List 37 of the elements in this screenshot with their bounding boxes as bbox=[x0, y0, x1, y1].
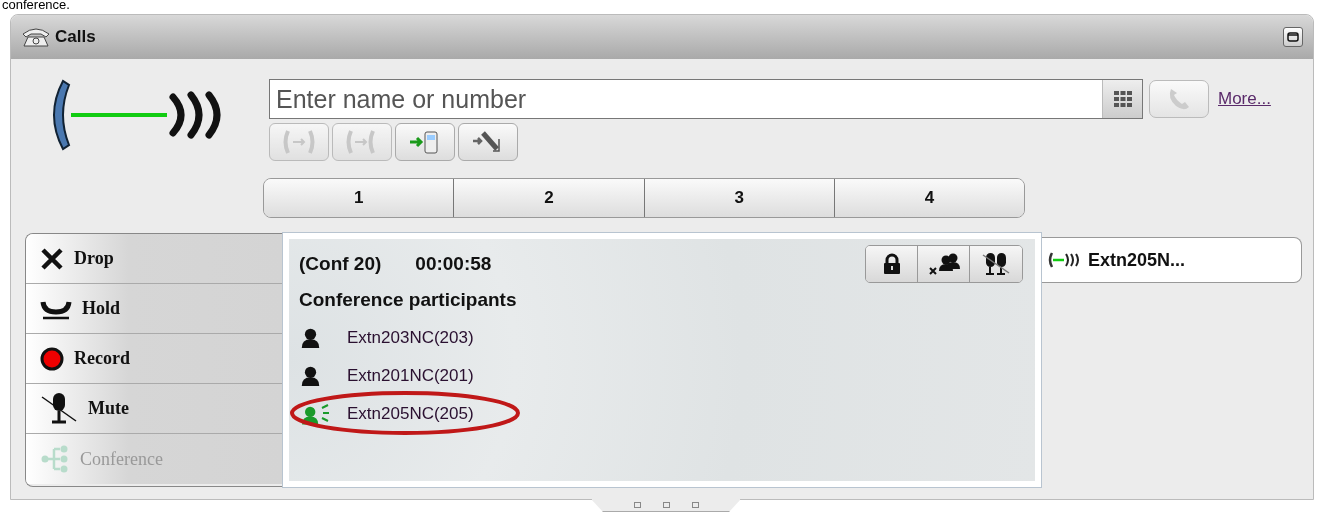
transfer-icon bbox=[282, 129, 316, 155]
conference-name: (Conf 20) bbox=[299, 253, 382, 275]
call-duration: 00:00:58 bbox=[415, 253, 492, 275]
mute-button[interactable]: Mute bbox=[26, 384, 282, 434]
call-tab[interactable]: 3 bbox=[644, 179, 835, 217]
call-tab[interactable]: 4 bbox=[834, 179, 1024, 217]
call-tab[interactable]: 1 bbox=[264, 179, 455, 217]
keypad-icon bbox=[1113, 91, 1132, 107]
close-icon bbox=[40, 247, 64, 270]
participant-name[interactable]: Extn201NC(201) bbox=[347, 366, 474, 386]
record-icon bbox=[40, 346, 64, 371]
mute-all-button[interactable] bbox=[970, 246, 1022, 282]
tool-button[interactable] bbox=[458, 123, 518, 161]
call-connected-icon bbox=[1048, 252, 1082, 268]
keypad-button[interactable] bbox=[1102, 80, 1142, 118]
muted-microphones-icon bbox=[981, 251, 1011, 277]
remove-people-icon bbox=[927, 252, 960, 276]
minimize-button[interactable] bbox=[1283, 27, 1303, 47]
participants-heading: Conference participants bbox=[299, 289, 518, 311]
panel-title: Calls bbox=[55, 27, 96, 47]
remove-button[interactable] bbox=[918, 246, 970, 282]
hold-button[interactable]: Hold bbox=[26, 284, 282, 334]
muted-microphone-icon bbox=[40, 390, 78, 427]
telephone-icon bbox=[21, 26, 51, 48]
more-link[interactable]: More... bbox=[1218, 89, 1271, 109]
lock-button[interactable] bbox=[866, 246, 918, 282]
call-label: Extn205N... bbox=[1088, 249, 1186, 271]
call-tab[interactable]: 2 bbox=[454, 179, 645, 217]
conference-icon bbox=[40, 444, 70, 474]
lock-icon bbox=[882, 253, 901, 275]
record-button[interactable]: Record bbox=[26, 334, 282, 384]
active-call-card[interactable]: Extn205N... bbox=[1042, 237, 1302, 283]
window-icon bbox=[1287, 32, 1299, 42]
drop-button[interactable]: Drop bbox=[26, 234, 282, 284]
participant-name[interactable]: Extn203NC(203) bbox=[347, 328, 474, 348]
caption-text: conference. bbox=[1, 0, 71, 9]
tool-button[interactable] bbox=[395, 123, 455, 161]
